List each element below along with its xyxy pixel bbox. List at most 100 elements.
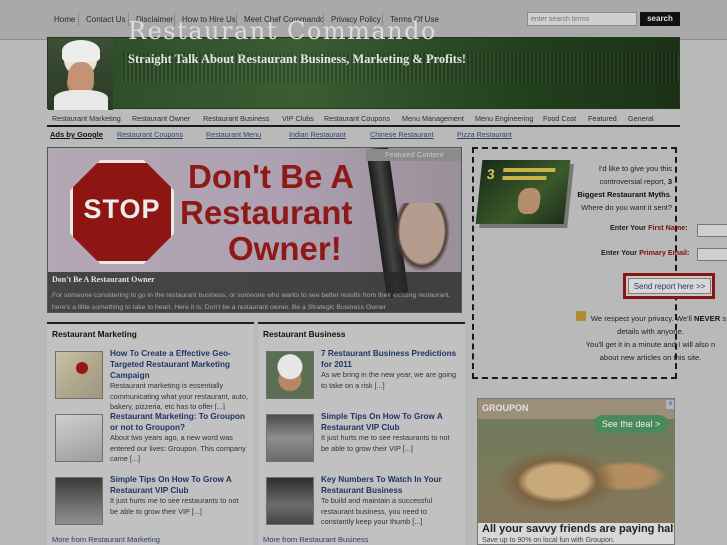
featured-caption-title[interactable]: Don't Be A Restaurant Owner [52,275,459,284]
google-ads-row: Ads by Google Restaurant Coupons Restaur… [47,129,680,142]
more-marketing-link[interactable]: More from Restaurant Marketing [52,535,160,544]
see-the-deal-button[interactable]: See the deal > [594,415,668,433]
email-label-text: Enter Your [601,248,640,257]
optin-intro-line2: controversial report, [599,177,666,186]
groupon-tagline-text: All your savvy friends are paying half. [482,523,675,535]
post-excerpt: It just hurts me to see restaurants to n… [321,433,450,453]
privacy-line3: You'll get it in a minute and I will als… [585,340,716,349]
cat-food-cost[interactable]: Food Cost [543,114,576,123]
report-book-image: 3 [475,160,571,224]
featured-caption: Don't Be A Restaurant Owner For someone … [48,272,461,312]
optin-intro-line1: I'd like to give you this [598,164,672,173]
privacy-line4: about new articles on this site. [599,353,702,362]
site-header[interactable] [47,37,680,110]
chef-coat [54,90,108,110]
post-excerpt: It just hurts me to see restaurants to n… [110,496,239,516]
ad-link-coupons[interactable]: Restaurant Coupons [117,130,183,139]
first-name-label-highlight: First Name [648,223,686,232]
post-excerpt: Restaurant marketing is essentially comm… [110,381,248,410]
first-name-label-text: Enter Your [610,223,649,232]
ad-link-chinese[interactable]: Chinese Restaurant [370,130,434,139]
privacy-line2: details with anyone. [617,327,684,336]
book-number: 3 [486,166,496,182]
cat-menu-engineering[interactable]: Menu Engineering [475,114,533,123]
send-report-button[interactable]: Send report here >> [628,278,711,294]
site-tagline: Straight Talk About Restaurant Business,… [128,52,466,66]
first-name-field[interactable] [697,224,727,237]
featured-content-tab[interactable]: Featured Content [366,149,461,161]
section-heading-marketing: Restaurant Marketing [52,329,137,339]
cat-featured[interactable]: Featured [588,114,617,123]
nav-separator [78,13,79,26]
featured-image-line-2: Restaurant [180,194,353,231]
featured-image-line-3: Owner! [228,230,342,267]
privacy-never: NEVER [694,314,721,323]
email-field[interactable] [697,248,727,261]
post-excerpt: As we bring in the new year, we are goin… [321,370,457,390]
cat-restaurant-coupons[interactable]: Restaurant Coupons [324,114,390,123]
cat-general[interactable]: General [628,114,654,123]
category-navigation: Restaurant Marketing Restaurant Owner Re… [47,110,680,127]
post-title[interactable]: How To Create a Effective Geo-Targeted R… [110,348,248,381]
post-item[interactable]: Simple Tips On How To Grow A Restaurant … [262,411,462,473]
groupon-subtext: Save up to 90% on local fun with Groupon… [482,537,615,544]
book-title-bar [503,168,556,172]
privacy-line1c: s [720,314,727,323]
ad-link-menu[interactable]: Restaurant Menu [206,130,261,139]
post-thumbnail-coupon[interactable] [55,414,103,462]
post-item[interactable]: 7 Restaurant Business Predictions for 20… [262,348,462,410]
first-name-label: Enter Your First Name: [610,223,688,232]
post-thumbnail-vip[interactable] [55,477,103,525]
email-label: Enter Your Primary Email: [601,248,689,257]
groupon-tagline: All your savvy friends are paying half. … [478,523,675,544]
search-button[interactable]: search [640,12,680,26]
cat-vip-clubs[interactable]: VIP Clubs [282,114,314,123]
post-title[interactable]: Simple Tips On How To Grow A Restaurant … [110,474,248,496]
post-item[interactable]: Key Numbers To Watch In Your Restaurant … [262,474,462,536]
more-business-link[interactable]: More from Restaurant Business [263,535,368,544]
post-title[interactable]: 7 Restaurant Business Predictions for 20… [321,348,459,370]
groupon-logo: GROUPON [482,403,529,413]
post-title[interactable]: Simple Tips On How To Grow A Restaurant … [321,411,459,433]
privacy-notice: We respect your privacy. We'll NEVER s d… [574,312,727,364]
first-name-label-colon: : [685,223,688,232]
ad-link-indian[interactable]: Indian Restaurant [289,130,346,139]
stop-sign-text: STOP [83,194,161,224]
post-title[interactable]: Key Numbers To Watch In Your Restaurant … [321,474,459,496]
chef-face [68,62,94,92]
post-thumbnail-chef[interactable] [266,351,314,399]
book-author-face [516,188,542,214]
optin-intro-text: I'd like to give you this controversial … [566,162,672,214]
cat-restaurant-owner[interactable]: Restaurant Owner [132,114,190,123]
chef-hat [62,40,100,62]
search-input[interactable] [527,12,637,26]
ads-by-google-label[interactable]: Ads by Google [50,130,103,139]
groupon-ad[interactable]: GROUPON See the deal > x All your savvy … [477,398,675,545]
post-title[interactable]: Restaurant Marketing: To Groupon or not … [110,411,248,433]
post-thumbnail-dining[interactable] [266,414,314,462]
ad-link-pizza[interactable]: Pizza Restaurant [457,130,512,139]
cat-menu-management[interactable]: Menu Management [402,114,464,123]
featured-slider[interactable]: STOP Don't Be A Restaurant Owner! Featur… [47,147,462,313]
featured-caption-desc: For someone considering to go in the res… [52,292,451,311]
chef-logo-image [48,38,113,110]
site-title[interactable]: Restaurant Commando [128,17,437,45]
restaurant-business-section: Restaurant Business 7 Restaurant Busines… [258,322,465,545]
optin-intro-bold-number: 3 [667,177,672,186]
post-thumbnail-room[interactable] [266,477,314,525]
nav-home-link[interactable]: Home [54,15,75,24]
email-label-highlight: Primary Email [639,248,688,257]
post-item[interactable]: Restaurant Marketing: To Groupon or not … [51,411,251,473]
post-item[interactable]: Simple Tips On How To Grow A Restaurant … [51,474,251,536]
cat-restaurant-marketing[interactable]: Restaurant Marketing [52,114,121,123]
optin-intro-line4: Where do you want it sent? [581,203,672,212]
post-excerpt: To build and maintain a successful resta… [321,496,433,526]
featured-image-line-1: Don't Be A [188,158,355,195]
post-thumbnail-map[interactable] [55,351,103,399]
page: Home Contact Us Disclaimer How to Hire U… [0,0,727,545]
cat-restaurant-business[interactable]: Restaurant Business [203,114,269,123]
section-heading-business: Restaurant Business [263,329,346,339]
nav-contact-link[interactable]: Contact Us [86,15,126,24]
post-item[interactable]: How To Create a Effective Geo-Targeted R… [51,348,251,410]
ad-close-icon[interactable]: x [666,400,674,409]
